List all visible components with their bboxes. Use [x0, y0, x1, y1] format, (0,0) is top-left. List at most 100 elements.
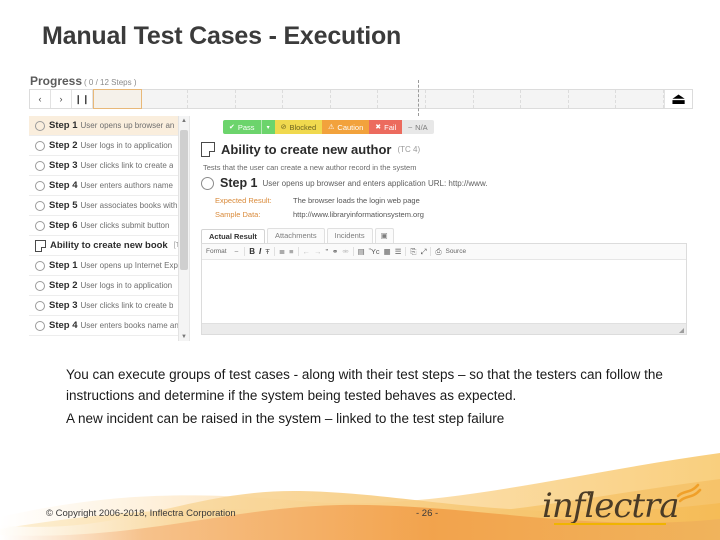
progress-track[interactable] — [93, 80, 664, 116]
radio-icon[interactable] — [35, 220, 45, 231]
divider — [273, 247, 275, 256]
indent-button[interactable]: → — [314, 247, 322, 256]
tree-item-label: Ability to create new book — [50, 240, 168, 251]
warning-icon: ⚠ — [328, 124, 335, 131]
pause-button[interactable]: ❙❙ — [72, 90, 93, 108]
outdent-button[interactable]: ← — [303, 247, 311, 256]
format-dropdown[interactable]: Format – — [206, 248, 238, 255]
progress-segment — [521, 90, 569, 108]
scroll-up-icon[interactable]: ▲ — [179, 116, 189, 125]
radio-icon[interactable] — [35, 160, 45, 171]
next-step-button[interactable]: › — [51, 90, 72, 108]
radio-icon[interactable] — [35, 280, 45, 291]
blockquote-button[interactable]: ” — [326, 247, 329, 256]
editor-statusbar — [202, 323, 686, 334]
divider — [430, 247, 432, 256]
dash-icon: – — [408, 123, 413, 131]
status-na-button[interactable]: – N/A — [402, 120, 434, 134]
tree-item-step[interactable]: Step 5 User associates books with — [29, 196, 178, 216]
step-detail-pane: ✔ Pass ▾ ⊘ Blocked ⚠ Caution ✖ Fail – N/… — [193, 116, 693, 341]
progress-toolbar: ‹ › ❙❙ ⏏ — [29, 80, 693, 116]
testcase-icon — [35, 239, 46, 252]
progress-label-main: Progress — [30, 74, 83, 88]
expected-result-value: The browser loads the login web page — [293, 196, 420, 205]
editor-text-area[interactable] — [202, 260, 686, 323]
radio-icon[interactable] — [35, 180, 45, 191]
ordered-list-button[interactable]: ≣ — [279, 247, 285, 256]
radio-icon[interactable] — [35, 300, 45, 311]
radio-icon[interactable] — [35, 120, 45, 131]
unlink-button[interactable]: ⚮ — [342, 247, 348, 256]
testcase-icon — [201, 142, 215, 157]
status-dropdown-button[interactable]: ▾ — [260, 120, 275, 134]
page-title: Manual Test Cases - Execution — [42, 22, 402, 50]
insert-table-button[interactable]: ▦ — [384, 247, 391, 256]
body-paragraph-1: You can execute groups of test cases - a… — [66, 367, 663, 404]
progress-segment — [236, 90, 284, 108]
sample-data-label: Sample Data: — [215, 210, 261, 219]
tree-item-step[interactable]: Step 6 User clicks submit button — [29, 216, 178, 236]
execution-status-bar: ✔ Pass ▾ ⊘ Blocked ⚠ Caution ✖ Fail – N/… — [223, 120, 434, 134]
bullet-list-button[interactable]: ≡ — [289, 247, 293, 256]
insert-media-button[interactable]: Ὓc — [369, 247, 380, 256]
editor-toolbar: Format – B I Ŧ ≣ ≡ ← → ” ⚭ ⚮ ▤ Ὓc ▦ ☰ ⎘ … — [202, 244, 686, 260]
step-radio-icon[interactable] — [201, 176, 214, 190]
horizontal-rule-button[interactable]: ☰ — [395, 247, 402, 256]
radio-icon[interactable] — [35, 140, 45, 151]
tree-item-step[interactable]: Step 1 User opens up Internet Exp — [29, 256, 178, 276]
status-caution-button[interactable]: ⚠ Caution — [322, 120, 370, 134]
tab-screenshot-icon[interactable]: ▣ — [374, 228, 394, 243]
tree-item-step[interactable]: Step 3 User clicks link to create b — [29, 296, 178, 316]
tree-item-label: Step 2 — [49, 140, 78, 151]
tree-scrollbar[interactable]: ▲ ▼ — [178, 116, 189, 341]
step-header: Step 1 User opens up browser and enters … — [201, 176, 689, 190]
progress-segment — [141, 90, 189, 108]
step-number: Step 1 — [220, 176, 258, 190]
application-screenshot: Progress( 0 / 12 Steps ) ‹ › ❙❙ ⏏ Step 1… — [25, 68, 695, 343]
tree-item-step[interactable]: Step 3 User clicks link to create a — [29, 156, 178, 176]
scroll-down-icon[interactable]: ▼ — [179, 332, 189, 341]
tree-item-label: Step 2 — [49, 280, 78, 291]
maximize-button[interactable]: ⤢ — [420, 247, 426, 257]
testcase-title: Ability to create new author — [221, 142, 392, 157]
testcase-id: (TC 4) — [397, 145, 421, 154]
tab-incidents[interactable]: Incidents — [326, 228, 373, 243]
tree-item-desc: User logs in to application — [80, 281, 173, 290]
resize-grip[interactable] — [679, 328, 684, 333]
strikethrough-button[interactable]: Ŧ — [265, 247, 270, 256]
source-icon[interactable]: ⎙ — [435, 247, 441, 257]
link-button[interactable]: ⚭ — [332, 247, 338, 256]
tree-item-step[interactable]: Step 1 User opens up browser an — [29, 116, 178, 136]
progress-label: Progress( 0 / 12 Steps ) — [30, 72, 137, 90]
italic-button[interactable]: I — [259, 247, 261, 256]
status-pass-button[interactable]: ✔ Pass — [223, 120, 261, 134]
sample-data-value: http://www.libraryinformationsystem.org — [293, 210, 424, 219]
tree-item-desc: User enters authors name — [80, 181, 174, 190]
tree-item-step[interactable]: Step 2 User logs in to application — [29, 136, 178, 156]
insert-image-button[interactable]: ▤ — [358, 247, 365, 256]
eject-icon[interactable]: ⏏ — [664, 90, 692, 108]
paste-button[interactable]: ⎘ — [410, 247, 416, 257]
tree-item-desc: User clicks link to create a — [80, 161, 174, 170]
tree-item-step[interactable]: Step 4 User enters authors name — [29, 176, 178, 196]
sample-data-row: Sample Data: http://www.libraryinformati… — [215, 210, 424, 219]
progress-segment — [188, 90, 236, 108]
check-icon: ✔ — [229, 124, 235, 131]
tree-scroll-thumb[interactable] — [180, 130, 188, 270]
status-caution-label: Caution — [337, 122, 364, 132]
source-button[interactable]: Source — [445, 248, 466, 255]
tab-actual-result[interactable]: Actual Result — [201, 229, 265, 244]
radio-icon[interactable] — [35, 260, 45, 271]
tree-item-step[interactable]: Step 4 User enters books name an — [29, 316, 178, 336]
tree-item-step[interactable]: Step 2 User logs in to application — [29, 276, 178, 296]
previous-step-button[interactable]: ‹ — [30, 90, 51, 108]
bold-button[interactable]: B — [249, 247, 255, 256]
slide-body: You can execute groups of test cases - a… — [66, 364, 666, 430]
status-fail-button[interactable]: ✖ Fail — [369, 120, 403, 134]
tree-item-testcase[interactable]: Ability to create new book [T — [29, 236, 178, 256]
status-blocked-button[interactable]: ⊘ Blocked — [274, 120, 323, 134]
radio-icon[interactable] — [35, 320, 45, 331]
tree-item-label: Step 3 — [49, 300, 78, 311]
tab-attachments[interactable]: Attachments — [266, 228, 325, 243]
radio-icon[interactable] — [35, 200, 45, 211]
